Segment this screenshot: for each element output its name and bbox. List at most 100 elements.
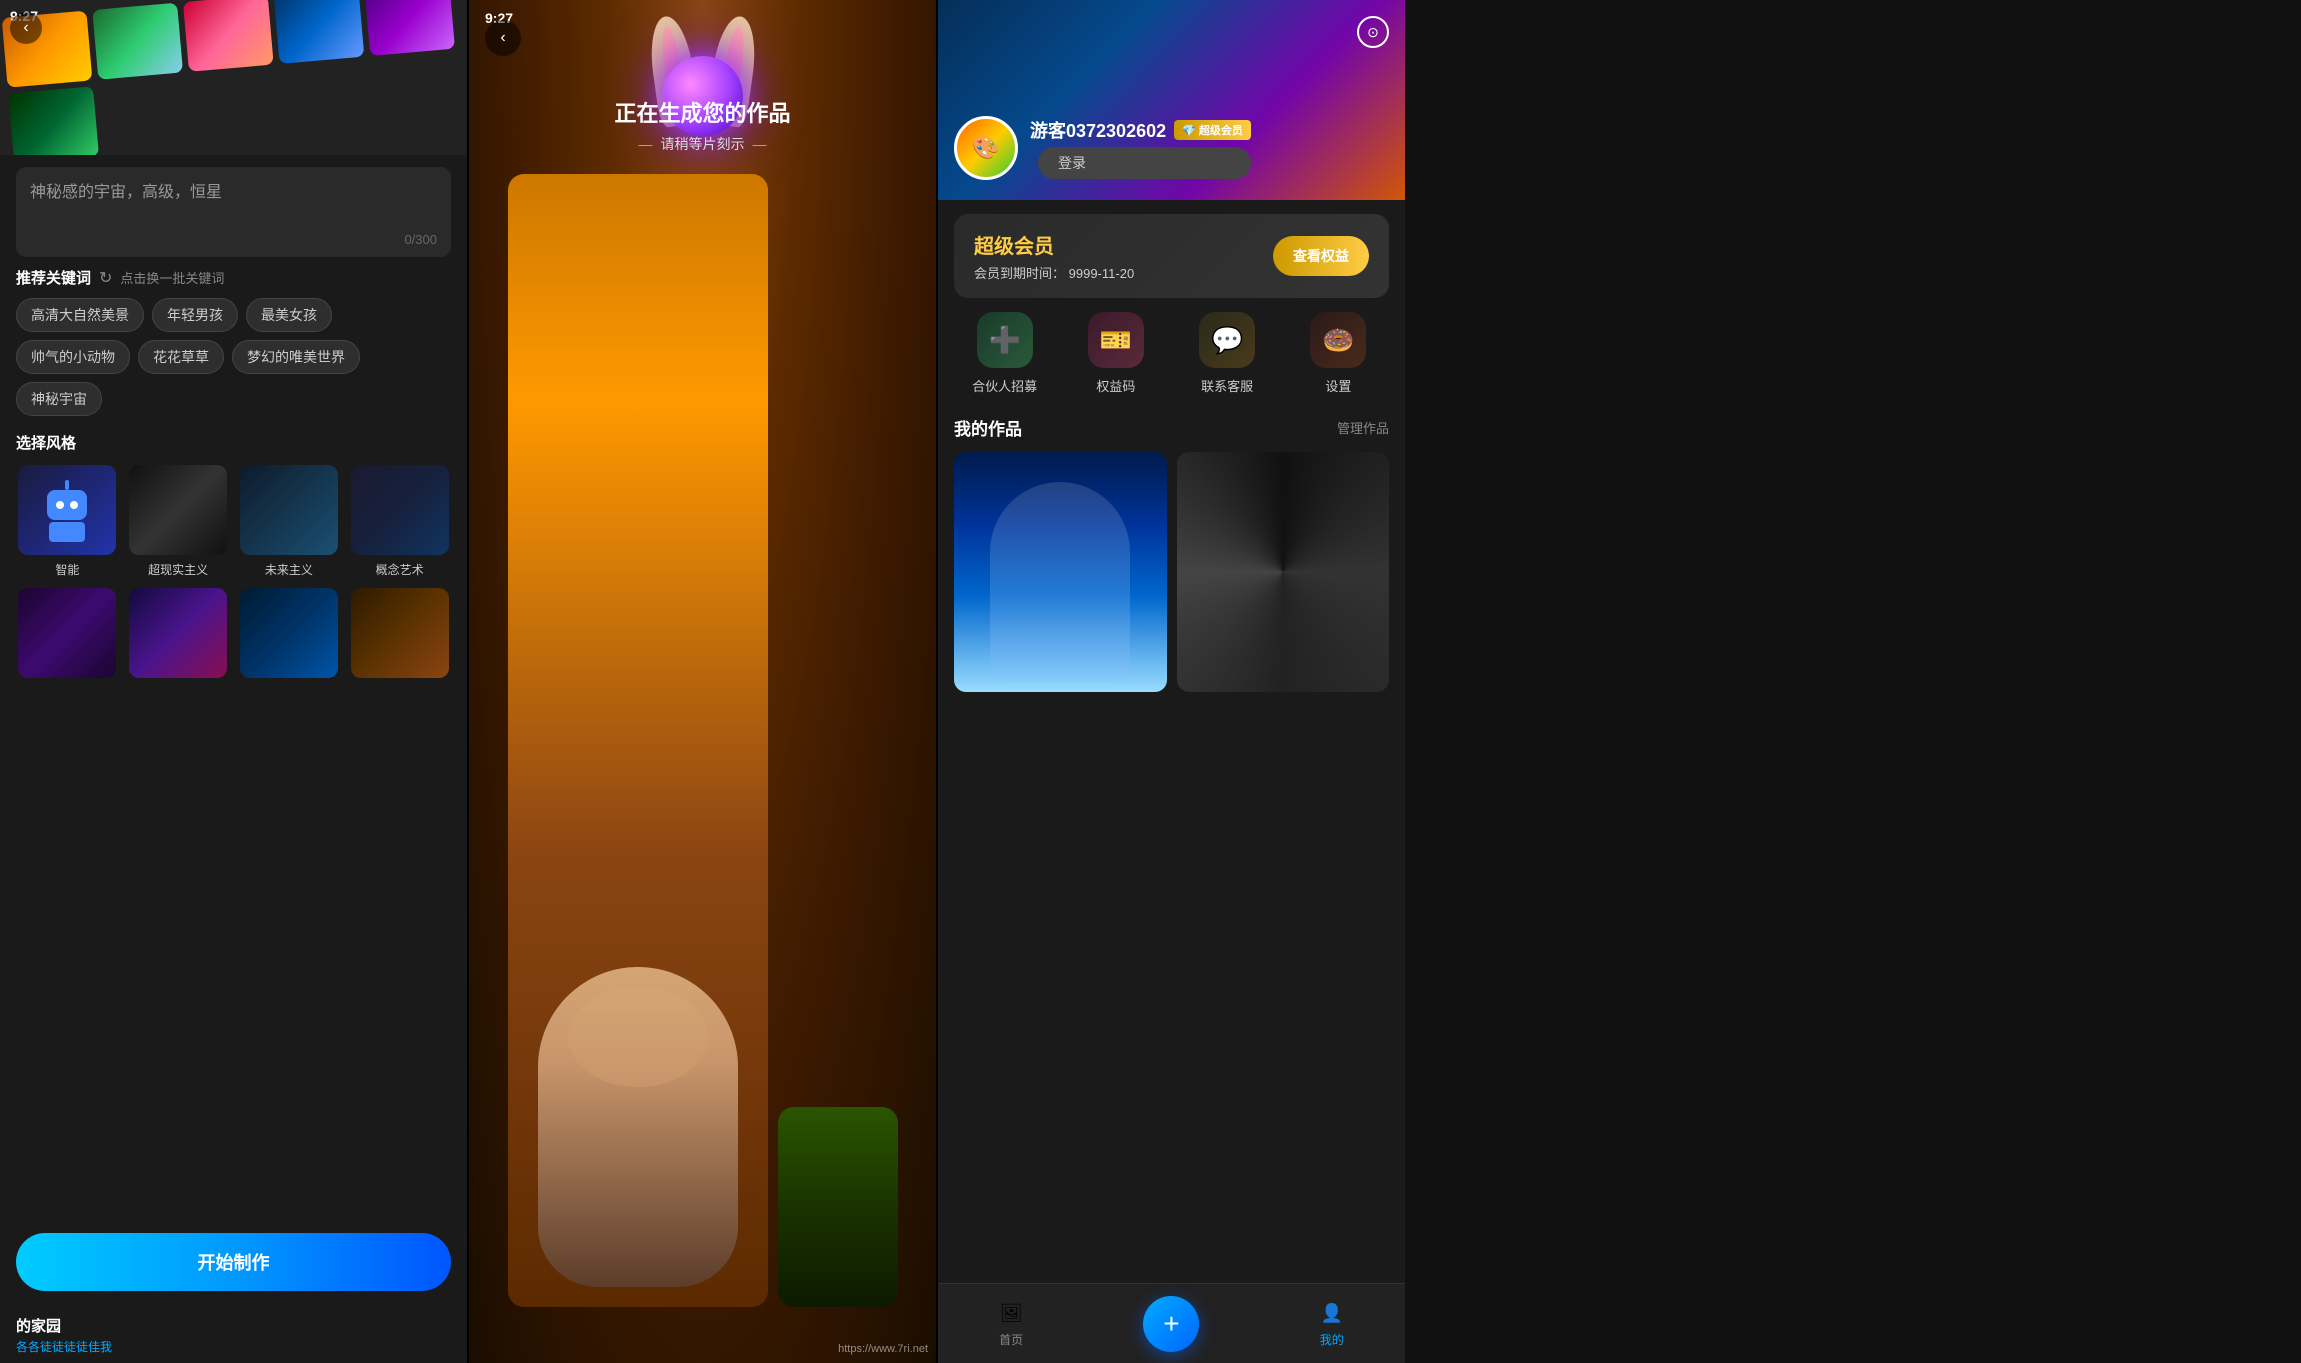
- p3-avatar: 🎨: [954, 116, 1018, 180]
- p3-work-anime-figure: [990, 482, 1130, 682]
- p1-bottom-sub: 各各徒徒徒徒佳我: [16, 1338, 451, 1355]
- panel-create: 9:27 ‹ 神秘感的宇宙，高级，恒星 0/300 推荐关键词 ↻ 点击换一批关…: [0, 0, 467, 1363]
- robot-head: [47, 490, 87, 520]
- p1-back-button[interactable]: ‹: [10, 12, 42, 44]
- p1-footer: 开始制作: [0, 1221, 467, 1307]
- p2-main-image: [508, 174, 768, 1307]
- p3-nav-mine[interactable]: 👤 我的: [1318, 1299, 1346, 1348]
- p3-menu-settings[interactable]: 🍩 设置: [1288, 312, 1389, 395]
- p3-vip-expire: 会员到期时间： 9999-11-20: [974, 263, 1134, 282]
- p1-tag-4[interactable]: 花花草草: [138, 340, 224, 374]
- p3-username-row: 游客0372302602 💎 超级会员: [1030, 117, 1251, 143]
- p1-style-surreal[interactable]: 超现实主义: [127, 465, 230, 578]
- p1-tag-0[interactable]: 高清大自然美景: [16, 298, 144, 332]
- p1-style-anime3[interactable]: [238, 588, 341, 684]
- p3-mine-icon: 👤: [1318, 1299, 1346, 1327]
- p2-side-image: [778, 1107, 898, 1307]
- p3-menu-grid: ➕ 合伙人招募 🎫 权益码 💬 联系客服 🍩 设置: [954, 312, 1389, 395]
- p3-username-text: 游客0372302602: [1030, 117, 1166, 143]
- p1-style-anime4[interactable]: [348, 588, 451, 684]
- p3-header: ⊙ 🎨 游客0372302602 💎 超级会员 登录: [938, 0, 1405, 200]
- p3-vip-card-info: 超级会员 会员到期时间： 9999-11-20: [974, 230, 1134, 282]
- p1-tag-1[interactable]: 年轻男孩: [152, 298, 238, 332]
- p3-partner-label: 合伙人招募: [972, 376, 1037, 395]
- p1-sample-image-3: [183, 0, 274, 72]
- p3-user-area: 🎨 游客0372302602 💎 超级会员 登录: [954, 116, 1251, 180]
- p3-vip-badge-text: 💎 超级会员: [1182, 122, 1243, 138]
- p1-tag-2[interactable]: 最美女孩: [246, 298, 332, 332]
- p1-style-concept[interactable]: 概念艺术: [348, 465, 451, 578]
- p1-sample-image-6: [8, 86, 99, 155]
- p1-body: 神秘感的宇宙，高级，恒星 0/300 推荐关键词 ↻ 点击换一批关键词 高清大自…: [0, 155, 467, 1221]
- p2-rabbit-body: [538, 967, 738, 1287]
- p1-style-future[interactable]: 未来主义: [238, 465, 341, 578]
- p1-style-img-robot: [18, 465, 116, 555]
- p1-style-robot[interactable]: 智能: [16, 465, 119, 578]
- p1-style-grid-row2: [16, 588, 451, 684]
- p1-tag-3[interactable]: 帅气的小动物: [16, 340, 130, 374]
- p1-prompt-text: 神秘感的宇宙，高级，恒星: [30, 181, 437, 205]
- p1-style-anime1[interactable]: [16, 588, 119, 684]
- p3-vip-card: 超级会员 会员到期时间： 9999-11-20 查看权益: [954, 214, 1389, 298]
- p3-vip-title: 超级会员: [974, 230, 1134, 259]
- p1-keywords-link[interactable]: 点击换一批关键词: [120, 268, 224, 287]
- p1-refresh-icon[interactable]: ↻: [99, 268, 112, 288]
- p1-keywords-title: 推荐关键词: [16, 267, 91, 288]
- p2-back-button[interactable]: ‹: [485, 20, 521, 56]
- p1-tag-6[interactable]: 神秘宇宙: [16, 382, 102, 416]
- p1-style-title: 选择风格: [16, 432, 451, 453]
- p1-style-img-concept: [351, 465, 449, 555]
- robot-antenna: [65, 480, 69, 490]
- p2-side-image-bg: [778, 1107, 898, 1307]
- p1-style-label-surreal: 超现实主义: [148, 561, 208, 578]
- p1-tag-5[interactable]: 梦幻的唯美世界: [232, 340, 360, 374]
- p1-prompt-area[interactable]: 神秘感的宇宙，高级，恒星 0/300: [16, 167, 451, 257]
- p3-nav-mine-label: 我的: [1320, 1331, 1344, 1348]
- p2-rabbit-head: [568, 987, 708, 1087]
- p3-menu-partner[interactable]: ➕ 合伙人招募: [954, 312, 1055, 395]
- robot-eye-right: [70, 501, 78, 509]
- p3-vip-expire-label: 会员到期时间：: [974, 266, 1065, 281]
- p3-vip-expire-date: 9999-11-20: [1069, 266, 1135, 281]
- panel-profile: ⊙ 🎨 游客0372302602 💎 超级会员 登录 超级会员 会员到期时间： …: [938, 0, 1405, 1363]
- panel-generating: 9:27 ‹ 正在生成您的作品 — 请稍等片刻示 — 唱支歌 各各徒徒徒: [469, 0, 936, 1363]
- p3-vip-badge: 💎 超级会员: [1174, 120, 1251, 140]
- p1-header-images: [0, 0, 467, 155]
- p3-benefits-icon: 🎫: [1088, 312, 1144, 368]
- p3-menu-benefits[interactable]: 🎫 权益码: [1065, 312, 1166, 395]
- robot-eye-left: [56, 501, 64, 509]
- p3-nav-plus-button[interactable]: +: [1143, 1296, 1199, 1352]
- p3-navbar: 🖼 首页 + 👤 我的: [938, 1283, 1405, 1363]
- p3-works-title: 我的作品: [954, 415, 1022, 440]
- p3-check-benefits-button[interactable]: 查看权益: [1273, 236, 1369, 276]
- p1-style-img-anime3: [240, 588, 338, 678]
- p3-works-header: 我的作品 管理作品: [954, 415, 1389, 440]
- p1-make-button[interactable]: 开始制作: [16, 1233, 451, 1291]
- p1-style-label-concept: 概念艺术: [376, 561, 424, 578]
- p3-manage-link[interactable]: 管理作品: [1337, 418, 1389, 437]
- p3-body: 超级会员 会员到期时间： 9999-11-20 查看权益 ➕ 合伙人招募 🎫 权…: [938, 200, 1405, 1283]
- p2-status-text: 正在生成您的作品: [469, 96, 936, 128]
- p3-settings-icon[interactable]: ⊙: [1357, 16, 1389, 48]
- p3-nav-home[interactable]: 🖼 首页: [997, 1299, 1025, 1348]
- p2-rabbit-area: [469, 26, 936, 86]
- p3-work-item-1[interactable]: [954, 452, 1167, 692]
- p1-bottom-title: 的家园: [16, 1315, 451, 1336]
- p2-status-sub-text: 请稍等片刻示: [661, 134, 745, 154]
- p3-menu-service[interactable]: 💬 联系客服: [1177, 312, 1278, 395]
- p1-style-anime2[interactable]: [127, 588, 230, 684]
- robot-icon: [37, 480, 97, 540]
- p1-style-label-robot: 智能: [55, 561, 79, 578]
- p3-work-abstract-bg: [1177, 452, 1390, 692]
- p3-work-item-2[interactable]: [1177, 452, 1390, 692]
- p3-login-button[interactable]: 登录: [1038, 147, 1251, 179]
- p2-status-bar: 9:27: [469, 0, 936, 26]
- p3-nav-home-label: 首页: [999, 1331, 1023, 1348]
- p1-style-label-future: 未来主义: [265, 561, 313, 578]
- p3-service-label: 联系客服: [1201, 376, 1253, 395]
- p1-sample-image-4: [274, 0, 365, 64]
- p3-benefits-label: 权益码: [1096, 376, 1135, 395]
- p3-works-grid: [954, 452, 1389, 692]
- p1-sample-image-2: [92, 3, 183, 80]
- p2-status-sub: — 请稍等片刻示 —: [469, 134, 936, 154]
